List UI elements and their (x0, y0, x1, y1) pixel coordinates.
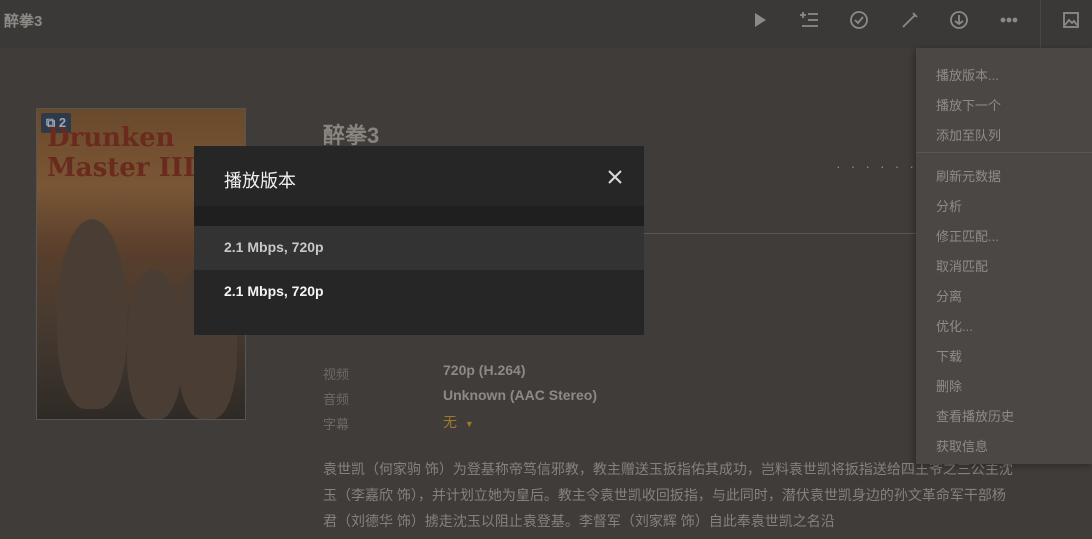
subtitle-label: 字幕 (323, 417, 350, 432)
menu-item-delete[interactable]: 删除 (936, 376, 962, 395)
menu-item-analyze[interactable]: 分析 (936, 196, 962, 215)
divider (644, 233, 916, 234)
page-header-title: 醉拳3 (4, 13, 43, 30)
close-icon[interactable] (604, 166, 626, 188)
menu-item-download[interactable]: 下载 (936, 346, 962, 365)
play-version-dialog: 播放版本 2.1 Mbps, 720p 2.1 Mbps, 720p (194, 146, 644, 335)
subtitle-dropdown[interactable]: 无 ▼ (443, 412, 474, 432)
menu-item-play-history[interactable]: 查看播放历史 (936, 406, 1014, 425)
check-circle-icon[interactable] (847, 10, 871, 34)
add-to-playlist-icon[interactable] (797, 10, 821, 34)
version-option-label: 2.1 Mbps, 720p (224, 283, 324, 299)
toolbar-divider (1040, 0, 1041, 48)
play-icon[interactable] (748, 10, 772, 34)
context-menu: 播放版本... 播放下一个 添加至队列 刷新元数据 分析 修正匹配... 取消匹… (916, 48, 1092, 464)
version-option-2[interactable]: 2.1 Mbps, 720p (194, 270, 644, 314)
dialog-title: 播放版本 (224, 171, 296, 191)
menu-item-fix-match[interactable]: 修正匹配... (936, 226, 999, 245)
image-icon[interactable] (1059, 10, 1083, 34)
menu-item-unmatch[interactable]: 取消匹配 (936, 256, 988, 275)
version-option-label: 2.1 Mbps, 720p (224, 239, 324, 255)
menu-item-play-next[interactable]: 播放下一个 (936, 95, 1001, 114)
video-value: 720p (H.264) (443, 362, 526, 378)
menu-divider (916, 152, 1092, 153)
menu-item-add-to-queue[interactable]: 添加至队列 (936, 125, 1001, 144)
version-option-1[interactable]: 2.1 Mbps, 720p (194, 226, 644, 270)
audio-label: 音频 (323, 392, 350, 407)
menu-item-split[interactable]: 分离 (936, 286, 962, 305)
top-bar: 醉拳3 (0, 0, 1092, 48)
loading-dots: ······ (836, 158, 924, 174)
menu-item-get-info[interactable]: 获取信息 (936, 436, 988, 455)
edit-pencil-icon[interactable] (898, 10, 922, 34)
menu-item-optimize[interactable]: 优化... (936, 316, 973, 335)
movie-summary: 袁世凯（何家驹 饰）为登基称帝笃信邪教，教主赠送玉扳指佑其成功，岂料袁世凯将扳指… (323, 461, 1013, 529)
download-circle-icon[interactable] (947, 10, 971, 34)
more-dots-icon[interactable] (997, 10, 1021, 34)
subtitle-value: 无 (443, 414, 457, 430)
menu-item-refresh-metadata[interactable]: 刷新元数据 (936, 166, 1001, 185)
dialog-header-strip (194, 206, 644, 226)
audio-value[interactable]: Unknown (AAC Stereo) (443, 387, 597, 403)
video-label: 视频 (323, 367, 350, 382)
menu-item-play-version[interactable]: 播放版本... (936, 65, 999, 84)
caret-down-icon: ▼ (464, 419, 474, 429)
